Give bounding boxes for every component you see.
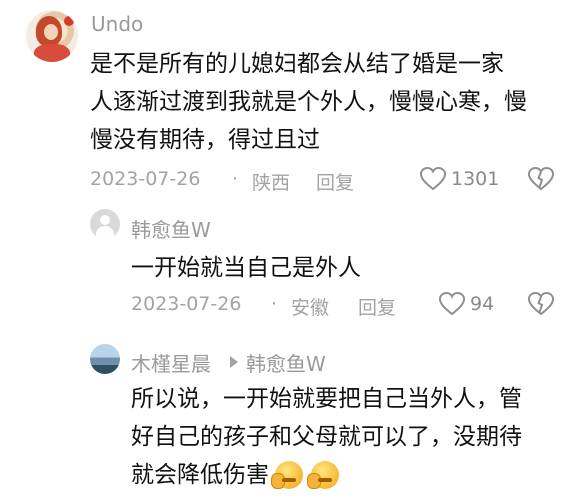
heart-icon[interactable] bbox=[420, 167, 446, 191]
reply-text: 一开始就当自己是外人 bbox=[131, 255, 361, 281]
avatar-scene[interactable] bbox=[90, 344, 120, 374]
username[interactable]: Undo bbox=[91, 12, 143, 36]
reply-date: 2023-07-26 bbox=[131, 293, 242, 315]
broken-heart-icon[interactable] bbox=[528, 292, 554, 316]
reply-location: 安徽 bbox=[291, 297, 330, 319]
emoji-group bbox=[271, 460, 345, 490]
thinking-face-emoji bbox=[271, 461, 303, 489]
reply-text: 所以说，一开始就要把自己当外人，管 好自己的孩子和父母就可以了，没期待 就会降低… bbox=[131, 386, 522, 490]
thinking-face-emoji bbox=[307, 461, 339, 489]
broken-heart-icon[interactable] bbox=[528, 167, 554, 191]
comment-date: 2023-07-26 bbox=[90, 168, 201, 190]
avatar-undo[interactable] bbox=[26, 10, 78, 62]
reply-button[interactable]: 回复 bbox=[358, 293, 396, 320]
like-count: 94 bbox=[470, 293, 495, 315]
play-arrow-icon bbox=[230, 356, 238, 368]
meta-separator: · bbox=[232, 168, 239, 190]
reply-username[interactable]: 木槿星晨 bbox=[131, 348, 211, 377]
like-count: 1301 bbox=[451, 168, 500, 190]
avatar-default[interactable] bbox=[90, 209, 120, 239]
reply-button[interactable]: 回复 bbox=[316, 168, 354, 195]
reply-username[interactable]: 韩愈鱼W bbox=[131, 214, 211, 243]
comment-location: 陕西 bbox=[252, 172, 291, 194]
heart-icon[interactable] bbox=[439, 292, 465, 316]
comment-text: 是不是所有的儿媳妇都会从结了婚是一家 人逐渐过渡到我就是个外人，慢慢心寒，慢 慢… bbox=[90, 51, 527, 153]
reply-to-username[interactable]: 韩愈鱼W bbox=[246, 348, 326, 377]
meta-separator: · bbox=[271, 293, 278, 315]
